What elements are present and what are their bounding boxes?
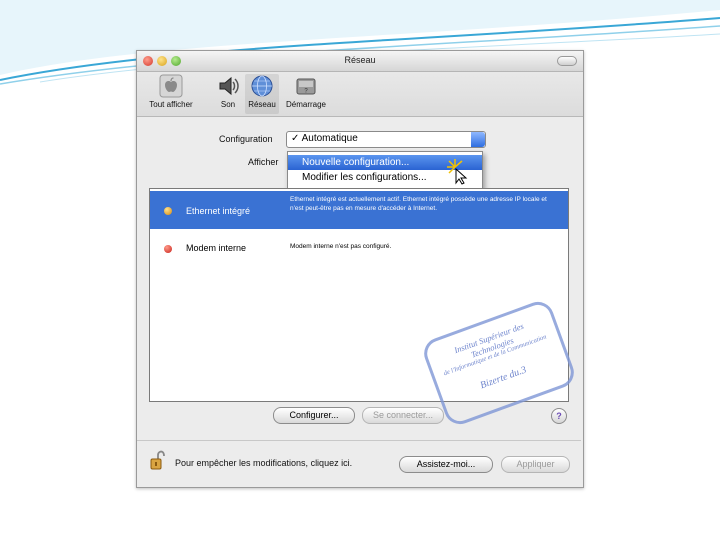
- apply-button[interactable]: Appliquer: [501, 456, 570, 473]
- configuration-select[interactable]: ✓ Automatique: [286, 131, 486, 148]
- show-label: Afficher: [248, 157, 279, 167]
- assist-me-button[interactable]: Assistez-moi...: [399, 456, 493, 473]
- toolbar-item-show-all[interactable]: Tout afficher: [143, 74, 199, 114]
- connect-button[interactable]: Se connecter...: [362, 407, 444, 424]
- list-item-ethernet[interactable]: Ethernet intégré Ethernet intégré est ac…: [150, 191, 568, 229]
- toolbar-item-sound[interactable]: Son: [213, 74, 243, 114]
- list-item-modem[interactable]: Modem interne Modem interne n'est pas co…: [150, 235, 568, 261]
- configuration-selected-value: ✓ Automatique: [291, 133, 358, 144]
- status-amber-icon: [164, 207, 172, 215]
- help-button[interactable]: ?: [551, 408, 567, 424]
- service-description: Modem interne n'est pas configuré.: [290, 243, 392, 250]
- status-red-icon: [164, 245, 172, 253]
- mouse-cursor-icon: [447, 159, 468, 185]
- configuration-label: Configuration: [219, 134, 273, 144]
- lock-message: Pour empêcher les modifications, cliquez…: [175, 458, 353, 468]
- toolbar-label: Démarrage: [285, 100, 326, 109]
- window-title: Réseau: [344, 55, 376, 65]
- configure-button[interactable]: Configurer...: [273, 407, 355, 424]
- toolbar-item-network[interactable]: Réseau: [245, 74, 279, 114]
- toolbar-toggle-button[interactable]: [557, 56, 577, 66]
- toolbar: Tout afficher Son Réseau ? Démarrage: [137, 72, 583, 117]
- toolbar-label: Son: [220, 100, 236, 109]
- divider: [137, 440, 581, 441]
- toolbar-item-startup[interactable]: ? Démarrage: [283, 74, 329, 114]
- service-description: Ethernet intégré est actuellement actif.…: [290, 196, 547, 212]
- toolbar-label: Réseau: [248, 100, 276, 109]
- startup-disk-icon: ?: [296, 78, 316, 95]
- title-bar[interactable]: Réseau: [137, 51, 583, 72]
- lock-open-icon[interactable]: [150, 450, 166, 470]
- select-arrows-icon: [471, 132, 485, 147]
- toolbar-label: Tout afficher: [149, 100, 193, 109]
- service-name: Modem interne: [186, 243, 247, 253]
- globe-icon: [251, 75, 273, 97]
- service-name: Ethernet intégré: [186, 206, 251, 216]
- speaker-icon: [219, 76, 239, 96]
- apple-icon: [159, 74, 183, 98]
